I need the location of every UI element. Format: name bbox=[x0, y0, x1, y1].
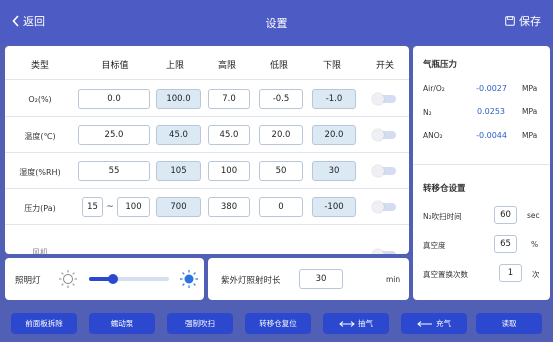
table-header: 类型 目标值 上限 高限 低限 下限 开关 bbox=[5, 46, 409, 80]
button-label: 充气 bbox=[436, 319, 451, 328]
transfer-label: 真空度 bbox=[423, 241, 446, 250]
switch-toggle[interactable] bbox=[372, 249, 396, 254]
header-low: 低限 bbox=[269, 61, 288, 71]
target-from-input[interactable]: 15 bbox=[82, 197, 103, 217]
top-bar: 返回 设置 保存 bbox=[0, 0, 553, 44]
target-input[interactable]: 0.0 bbox=[78, 89, 150, 109]
transfer-reset-button[interactable]: 转移仓复位 bbox=[245, 313, 311, 334]
button-label: 转移仓复位 bbox=[259, 319, 297, 328]
upper-limit-input[interactable]: 100.0 bbox=[156, 89, 201, 109]
lower-limit-input[interactable]: -100 bbox=[312, 197, 356, 217]
low-limit-input[interactable]: 20.0 bbox=[259, 125, 303, 145]
table-row-o2: O₂(%) 0.0 100.0 7.0 -0.5 -1.0 bbox=[5, 81, 409, 117]
gas-label: N₂ bbox=[423, 108, 432, 117]
low-limit-input[interactable]: 0 bbox=[259, 197, 303, 217]
transfer-unit: % bbox=[531, 240, 539, 249]
target-input[interactable]: 25.0 bbox=[78, 125, 150, 145]
range-separator: ~ bbox=[106, 202, 114, 212]
gas-value: -0.0027 bbox=[476, 84, 507, 93]
transfer-unit: sec bbox=[527, 211, 540, 220]
button-label: 蠕动泵 bbox=[110, 319, 134, 328]
uv-label: 紫外灯照射时长 bbox=[221, 276, 281, 286]
table-row-fan: 风机 bbox=[5, 225, 409, 254]
row-label: 湿度(%RH) bbox=[19, 168, 61, 177]
transfer-label: 真空置换次数 bbox=[423, 270, 468, 279]
arrows-icon bbox=[339, 320, 355, 327]
low-limit-input[interactable]: 50 bbox=[259, 161, 303, 181]
dim-sun-icon bbox=[59, 270, 77, 288]
target-to-input[interactable]: 100 bbox=[117, 197, 150, 217]
transfer-unit: 次 bbox=[532, 270, 540, 279]
slider-knob[interactable] bbox=[108, 274, 118, 284]
force-purge-button[interactable]: 强制吹扫 bbox=[167, 313, 233, 334]
lower-limit-input[interactable]: 20.0 bbox=[312, 125, 356, 145]
vacuum-input[interactable]: 65 bbox=[494, 235, 517, 253]
side-panel: 气瓶压力 Air/O₂ -0.0027 MPa N₂ 0.0253 MPa AN… bbox=[413, 46, 550, 300]
transfer-title: 转移仓设置 bbox=[423, 184, 466, 194]
button-label: 抽气 bbox=[358, 319, 373, 328]
button-label: 读取 bbox=[501, 319, 517, 328]
row-label: 压力(Pa) bbox=[24, 204, 56, 213]
transfer-label: N₂吹扫时间 bbox=[423, 212, 462, 221]
uv-panel: 紫外灯照射时长 30 min bbox=[208, 258, 409, 300]
header-lower: 下限 bbox=[322, 61, 341, 71]
header-target: 目标值 bbox=[101, 61, 129, 71]
brightness-slider[interactable] bbox=[89, 274, 169, 284]
table-row-temperature: 温度(℃) 25.0 45.0 45.0 20.0 20.0 bbox=[5, 117, 409, 153]
save-label: 保存 bbox=[519, 15, 541, 28]
gas-value: -0.0044 bbox=[476, 131, 507, 140]
read-button[interactable]: 读取 bbox=[476, 313, 542, 334]
button-label: 强制吹扫 bbox=[185, 319, 215, 328]
high-limit-input[interactable]: 45.0 bbox=[208, 125, 250, 145]
gas-value: 0.0253 bbox=[477, 107, 505, 116]
high-limit-input[interactable]: 7.0 bbox=[208, 89, 250, 109]
peristaltic-pump-button[interactable]: 蠕动泵 bbox=[89, 313, 155, 334]
gas-unit: MPa bbox=[522, 84, 538, 93]
gas-pressure-title: 气瓶压力 bbox=[423, 60, 458, 70]
switch-toggle[interactable] bbox=[372, 93, 396, 105]
row-label: O₂(%) bbox=[28, 95, 52, 104]
gas-unit: MPa bbox=[522, 107, 538, 116]
low-limit-input[interactable]: -0.5 bbox=[259, 89, 303, 109]
lighting-panel: 照明灯 bbox=[5, 258, 204, 300]
settings-table: 类型 目标值 上限 高限 低限 下限 开关 O₂(%) 0.0 100.0 7.… bbox=[5, 46, 409, 254]
lower-limit-input[interactable]: -1.0 bbox=[312, 89, 356, 109]
switch-toggle[interactable] bbox=[372, 201, 396, 213]
row-label: 温度(℃) bbox=[24, 132, 56, 141]
uv-unit: min bbox=[386, 275, 401, 284]
button-label: 前面板拆除 bbox=[25, 319, 63, 328]
purge-time-input[interactable]: 60 bbox=[494, 206, 517, 224]
switch-toggle[interactable] bbox=[372, 129, 396, 141]
upper-limit-input[interactable]: 105 bbox=[156, 161, 201, 181]
high-limit-input[interactable]: 100 bbox=[208, 161, 250, 181]
high-limit-input[interactable]: 380 bbox=[208, 197, 250, 217]
table-row-pressure: 压力(Pa) 15 ~ 100 700 380 0 -100 bbox=[5, 189, 409, 225]
header-high: 高限 bbox=[217, 61, 236, 71]
section-divider bbox=[413, 164, 550, 165]
row-label: 风机 bbox=[32, 248, 48, 254]
gas-label: ANO₂ bbox=[423, 131, 443, 140]
front-panel-remove-button[interactable]: 前面板拆除 bbox=[11, 313, 77, 334]
light-label: 照明灯 bbox=[15, 276, 41, 286]
arrows-icon bbox=[417, 320, 432, 327]
uv-duration-input[interactable]: 30 bbox=[299, 269, 343, 289]
save-button[interactable]: 保存 bbox=[505, 13, 541, 29]
lower-limit-input[interactable]: 30 bbox=[312, 161, 356, 181]
upper-limit-input[interactable]: 45.0 bbox=[156, 125, 201, 145]
inflate-button[interactable]: 充气 bbox=[401, 313, 467, 334]
page-title: 设置 bbox=[265, 17, 288, 30]
table-row-humidity: 湿度(%RH) 55 105 100 50 30 bbox=[5, 153, 409, 189]
exhaust-button[interactable]: 抽气 bbox=[323, 313, 389, 334]
vacuum-replace-input[interactable]: 1 bbox=[499, 264, 522, 282]
upper-limit-input[interactable]: 700 bbox=[156, 197, 201, 217]
save-icon bbox=[505, 16, 515, 26]
gas-unit: MPa bbox=[522, 131, 538, 140]
gas-label: Air/O₂ bbox=[423, 84, 445, 93]
header-type: 类型 bbox=[30, 61, 49, 71]
header-switch: 开关 bbox=[375, 61, 394, 71]
header-upper: 上限 bbox=[165, 61, 184, 71]
switch-toggle[interactable] bbox=[372, 165, 396, 177]
bright-sun-icon bbox=[180, 270, 198, 288]
target-input[interactable]: 55 bbox=[78, 161, 150, 181]
